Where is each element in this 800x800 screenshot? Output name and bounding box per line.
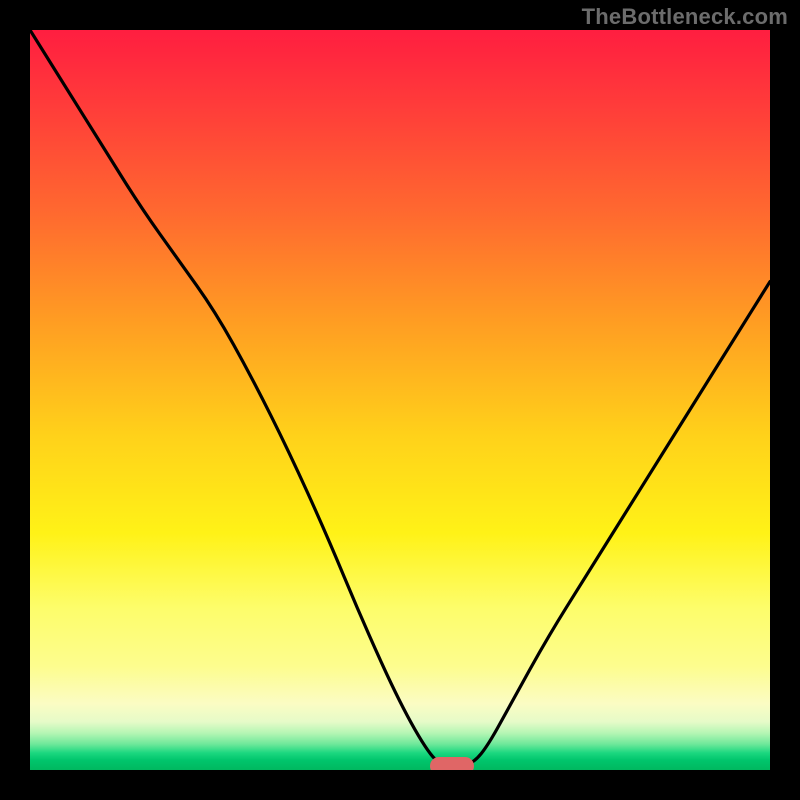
plot-area	[30, 30, 770, 770]
bottleneck-curve	[30, 30, 770, 770]
watermark-text: TheBottleneck.com	[582, 4, 788, 30]
optimal-marker	[430, 757, 474, 770]
chart-frame: TheBottleneck.com	[0, 0, 800, 800]
